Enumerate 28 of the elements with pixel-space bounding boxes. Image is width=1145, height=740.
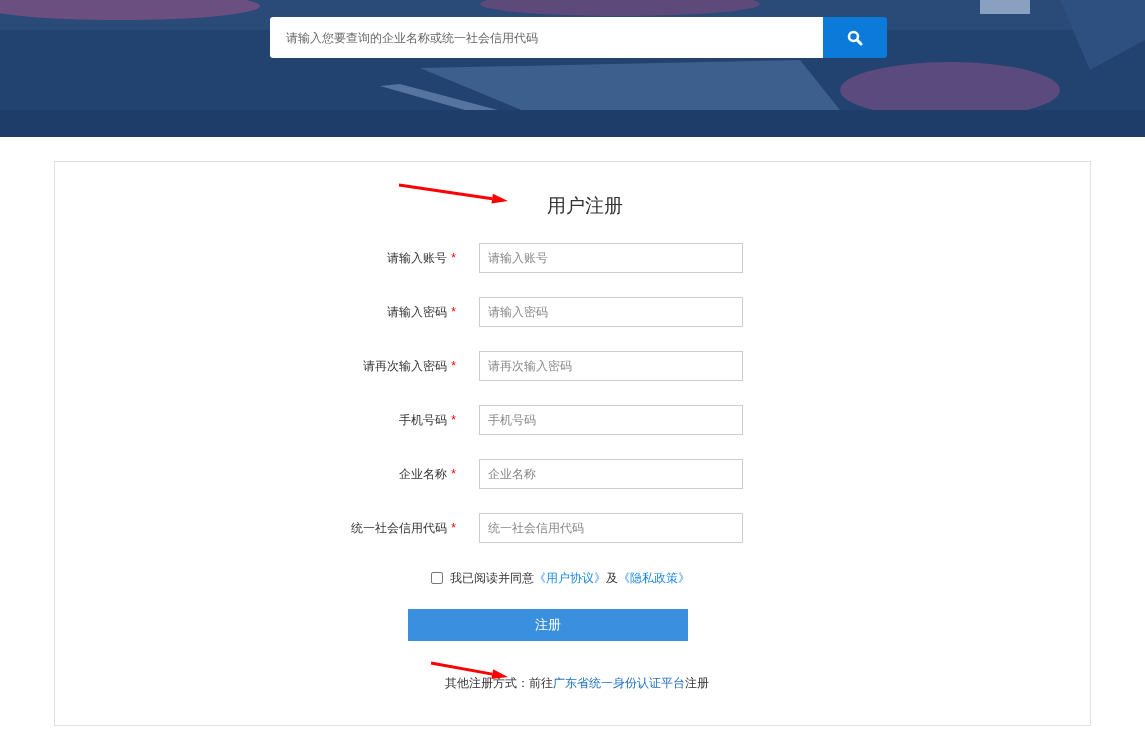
required-mark: * — [451, 249, 456, 267]
field-label: 请输入账号 — [387, 249, 448, 267]
search-button[interactable] — [823, 17, 887, 58]
platform-link[interactable]: 广东省统一身份认证平台 — [552, 675, 685, 690]
field-label: 请再次输入密码 — [363, 357, 448, 375]
agreement-checkbox[interactable] — [431, 571, 443, 584]
required-mark: * — [451, 519, 456, 537]
required-mark: * — [451, 465, 456, 483]
form-title: 用户注册 — [545, 194, 623, 218]
text-field[interactable]: 请再次输入密码 — [479, 350, 743, 381]
required-mark: * — [451, 303, 456, 321]
privacy-policy-link[interactable]: 《隐私政策》 — [618, 570, 690, 585]
field-label: 统一社会信用代码 — [351, 519, 448, 537]
search-icon — [847, 29, 863, 46]
field-label: 请输入密码 — [387, 303, 448, 321]
search-field[interactable]: 请输入您要查询的企业名称或统一社会信用代码 — [270, 17, 823, 58]
required-mark: * — [451, 357, 456, 375]
text-field[interactable]: 企业名称 — [479, 458, 743, 489]
user-agreement-link[interactable]: 《用户协议》 — [534, 570, 606, 585]
register-button[interactable]: 注册 — [407, 608, 688, 641]
text-field[interactable]: 请输入账号 — [479, 242, 743, 273]
field-label: 企业名称 — [399, 465, 448, 483]
field-label: 手机号码 — [399, 411, 448, 429]
text-field[interactable]: 手机号码 — [479, 404, 743, 435]
text-field[interactable]: 请输入密码 — [479, 296, 743, 327]
required-mark: * — [451, 411, 456, 429]
agreement-text: 我已阅读并同意《用户协议》及《隐私政策》 — [450, 569, 690, 587]
text-field[interactable]: 统一社会信用代码 — [479, 512, 743, 543]
